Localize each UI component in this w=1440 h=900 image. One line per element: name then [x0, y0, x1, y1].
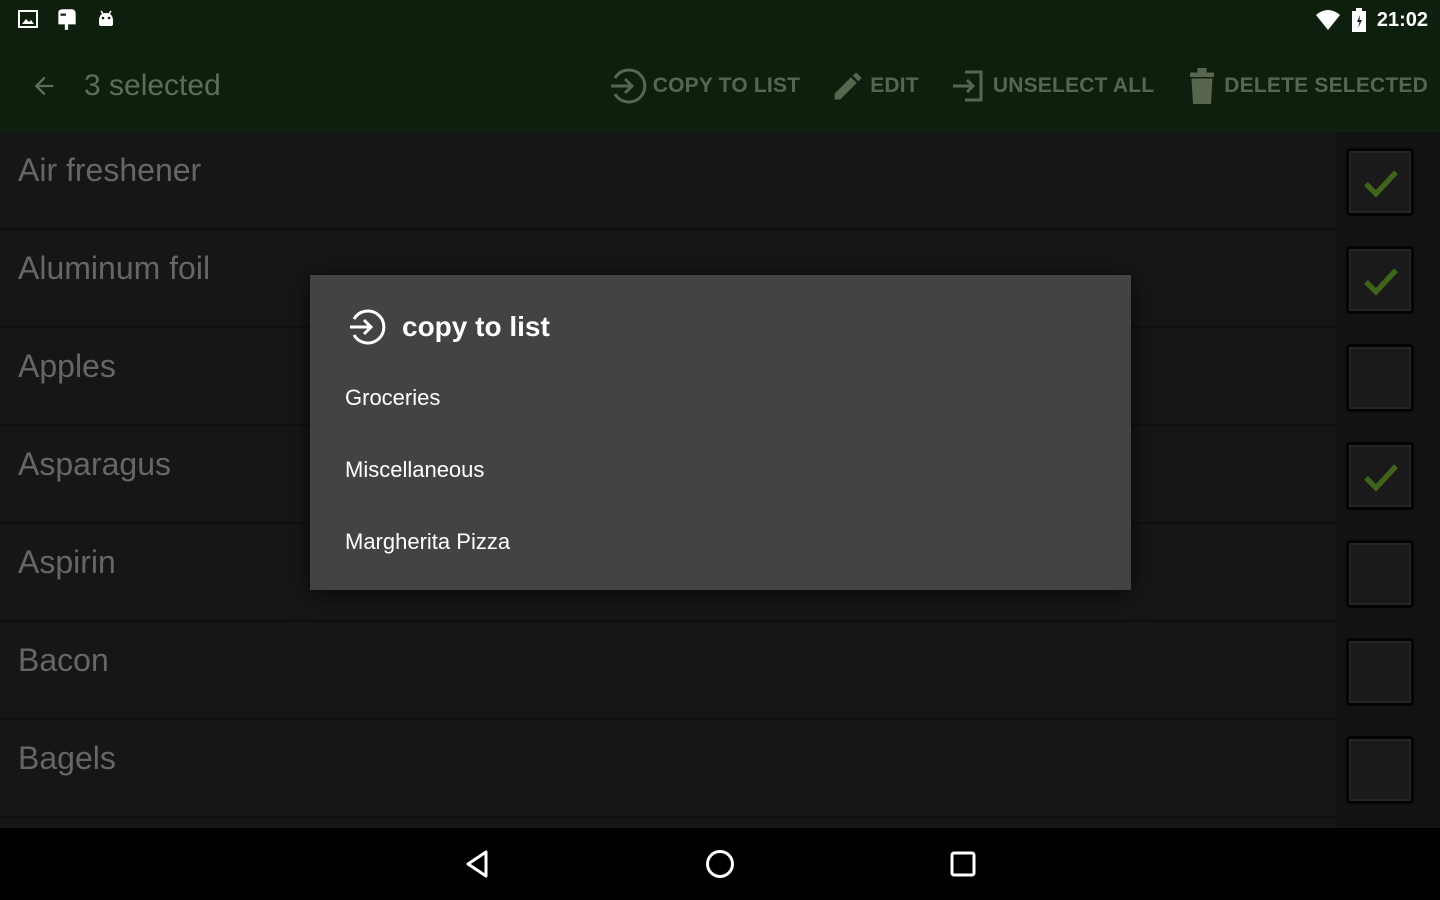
selection-count-title: 3 selected: [84, 69, 221, 102]
back-triangle-icon: [466, 850, 488, 878]
image-icon: [18, 10, 38, 28]
wifi-icon: [1315, 10, 1340, 30]
dialog-title: copy to list: [402, 311, 550, 342]
nav-back-button[interactable]: [454, 840, 502, 888]
nav-home-button[interactable]: [696, 840, 744, 888]
list-option-margherita-pizza[interactable]: Margherita Pizza: [310, 507, 1131, 579]
clock: 21:02: [1376, 9, 1428, 31]
copy-to-list-button[interactable]: COPY TO LIST: [605, 62, 800, 110]
copy-to-list-icon: [610, 68, 647, 104]
action-mode-toolbar: 3 selected COPY TO LIST EDIT UNSELECT AL…: [0, 40, 1440, 132]
mailbox-icon: [58, 9, 76, 30]
delete-selected-button[interactable]: DELETE SELECTED: [1184, 62, 1428, 110]
back-button[interactable]: [22, 64, 66, 108]
unselect-all-button[interactable]: UNSELECT ALL: [949, 62, 1154, 110]
system-indicators: 21:02: [1315, 6, 1428, 34]
option-label: Miscellaneous: [345, 457, 485, 482]
edit-label: EDIT: [870, 74, 919, 97]
home-circle-icon: [706, 850, 734, 878]
option-label: Groceries: [345, 385, 441, 410]
notification-icons: [16, 6, 118, 32]
list-option-groceries[interactable]: Groceries: [310, 363, 1131, 435]
delete-selected-label: DELETE SELECTED: [1224, 74, 1428, 97]
option-label: Margherita Pizza: [345, 529, 511, 554]
nav-recents-button[interactable]: [939, 840, 987, 888]
pencil-icon: [834, 72, 862, 100]
edit-button[interactable]: EDIT: [830, 62, 919, 110]
battery-icon: [1351, 8, 1366, 32]
trash-icon: [1190, 68, 1215, 104]
copy-to-list-label: COPY TO LIST: [652, 74, 801, 97]
navigation-bar: [0, 828, 1440, 900]
recents-square-icon: [950, 851, 976, 877]
android-icon: [99, 10, 113, 26]
unselect-icon: [952, 70, 983, 102]
dialog-header: copy to list: [344, 305, 550, 349]
unselect-all-label: UNSELECT ALL: [992, 74, 1155, 97]
copy-to-list-dialog: copy to list Groceries Miscellaneous Mar…: [310, 275, 1131, 590]
copy-to-list-icon: [350, 309, 386, 345]
list-option-miscellaneous[interactable]: Miscellaneous: [310, 435, 1131, 507]
toolbar-actions: COPY TO LIST EDIT UNSELECT ALL DELETE SE…: [575, 62, 1428, 110]
status-bar: 21:02: [0, 0, 1440, 40]
arrow-left-icon: [34, 76, 54, 96]
